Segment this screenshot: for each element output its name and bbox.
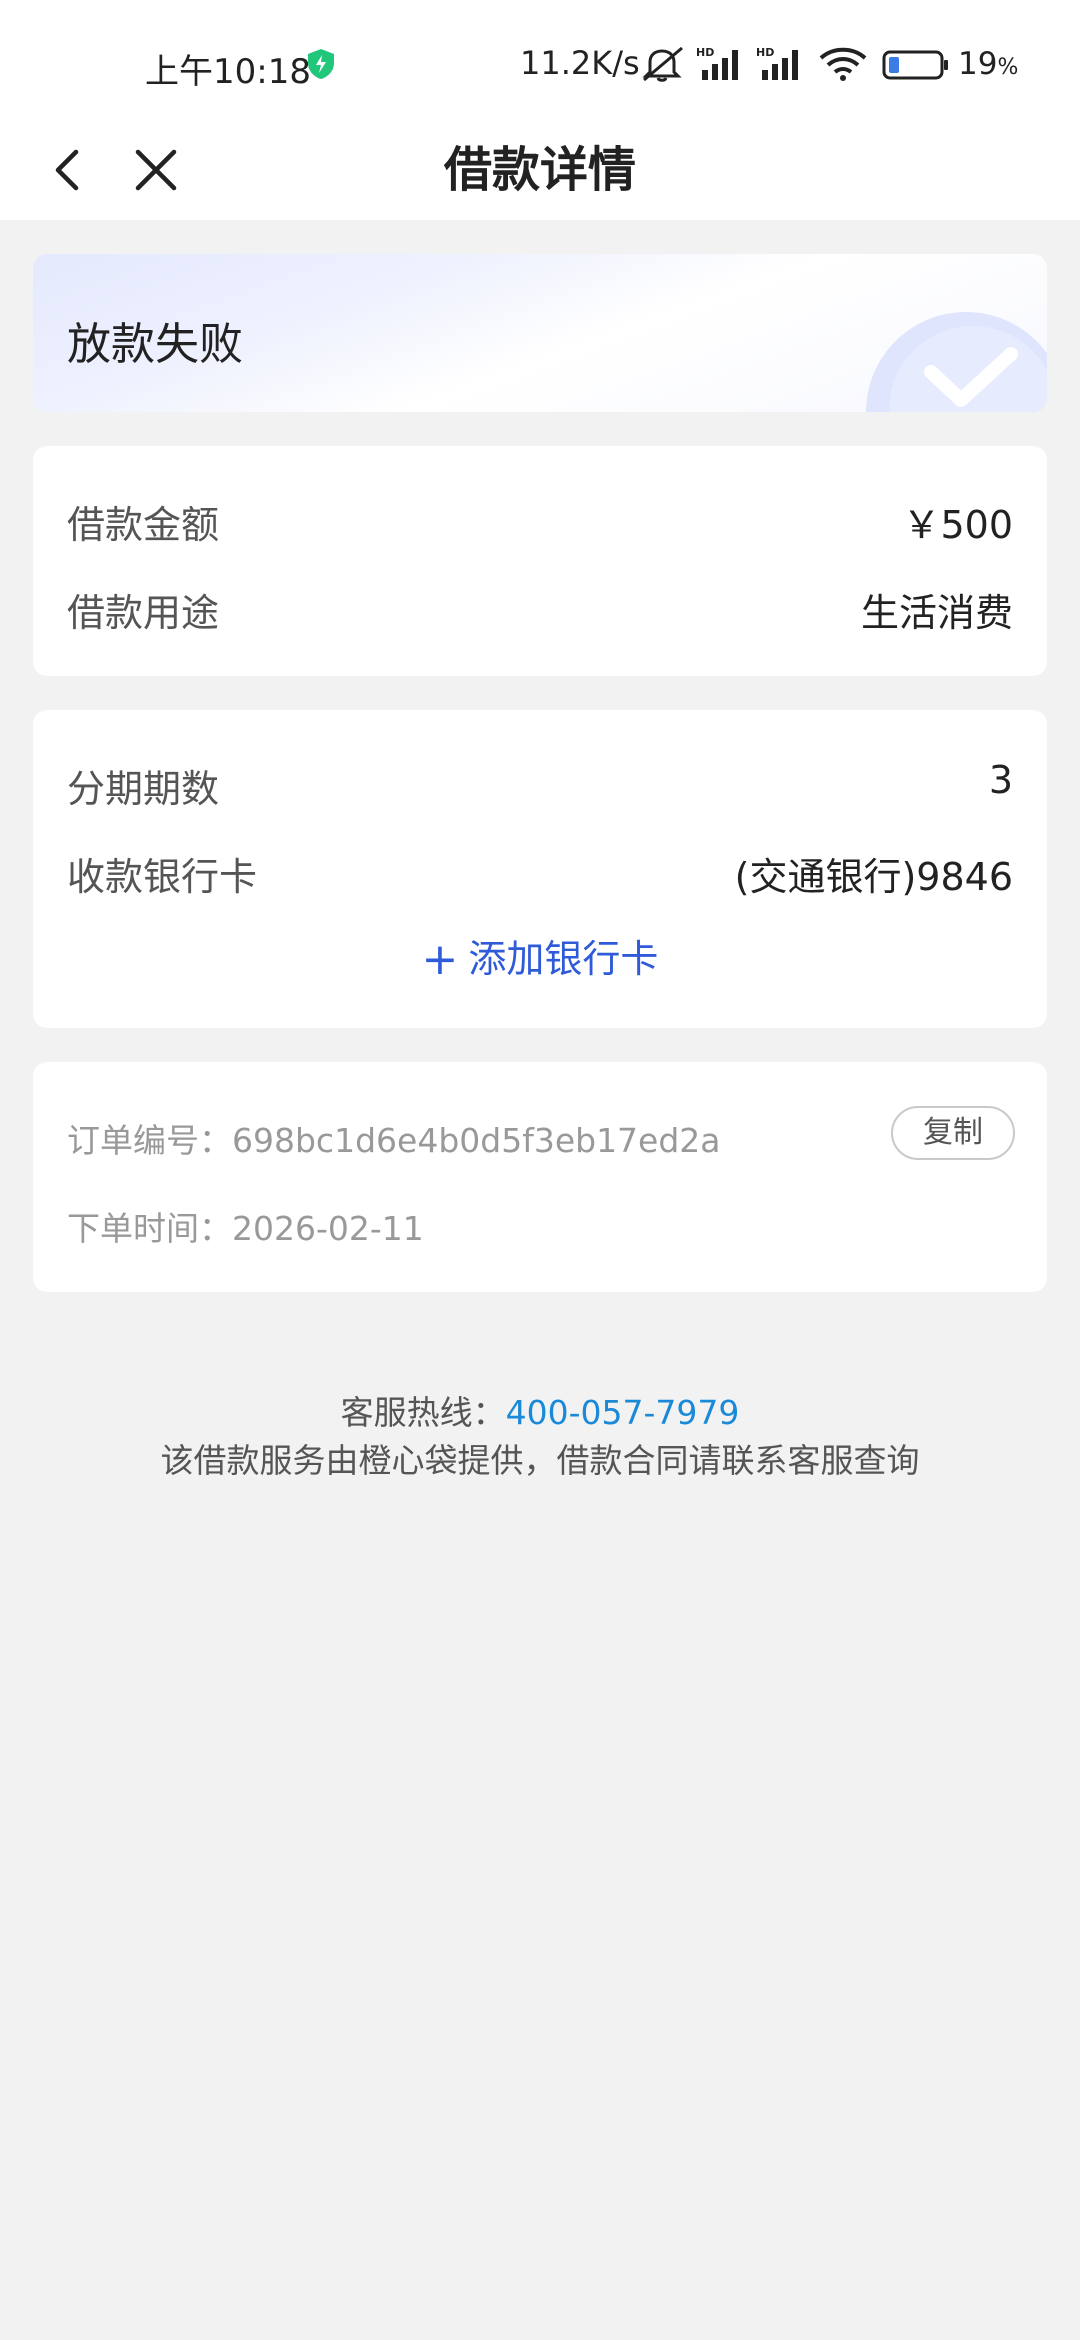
periods-value: 3 — [988, 758, 1013, 802]
purpose-value: 生活消费 — [860, 591, 1013, 635]
check-badge-icon — [866, 312, 1047, 412]
copy-button[interactable]: 复制 — [891, 1106, 1015, 1160]
periods-row: 分期期数 3 — [67, 758, 1013, 818]
shield-icon — [308, 49, 334, 79]
purpose-label: 借款用途 — [67, 591, 220, 635]
hotline-label: 客服热线： — [340, 1393, 506, 1432]
purpose-row: 借款用途 生活消费 — [67, 582, 1013, 642]
order-info-card: 订单编号：698bc1d6e4b0d5f3eb17ed2a 复制 下单时间：20… — [33, 1062, 1047, 1292]
amount-label: 借款金额 — [67, 503, 220, 547]
service-note: 该借款服务由橙心袋提供，借款合同请联系客服查询 — [160, 1441, 920, 1480]
plus-icon: + — [421, 934, 459, 985]
order-number-label: 订单编号： — [67, 1121, 232, 1160]
wifi-icon — [819, 47, 867, 81]
add-bank-card-label: 添加银行卡 — [468, 937, 659, 981]
mute-bell-icon — [642, 46, 683, 82]
loan-status-text: 放款失败 — [67, 319, 243, 370]
order-number-row: 订单编号：698bc1d6e4b0d5f3eb17ed2a — [67, 1114, 721, 1162]
order-time-row: 下单时间：2026-02-11 — [67, 1202, 424, 1250]
periods-label: 分期期数 — [67, 767, 220, 811]
loan-amount-card: 借款金额 ￥500 借款用途 生活消费 — [33, 446, 1047, 676]
order-time-label: 下单时间： — [67, 1209, 232, 1248]
bank-card-label: 收款银行卡 — [67, 855, 258, 899]
svg-text:HD: HD — [756, 46, 774, 59]
order-number-value: 698bc1d6e4b0d5f3eb17ed2a — [232, 1121, 721, 1160]
bank-card-value: (交通银行)9846 — [734, 855, 1013, 899]
signal-hd-icon-2: HD — [756, 46, 798, 80]
loan-status-card: 放款失败 — [33, 254, 1047, 412]
page-title: 借款详情 — [443, 142, 636, 198]
installment-card: 分期期数 3 收款银行卡 (交通银行)9846 + 添加银行卡 — [33, 710, 1047, 1028]
order-time-value: 2026-02-11 — [232, 1209, 424, 1248]
battery-icon — [882, 50, 948, 80]
network-speed: 11.2K/s — [520, 44, 640, 82]
hotline-line: 客服热线：400-057-7979 — [0, 1386, 1080, 1434]
bank-card-row: 收款银行卡 (交通银行)9846 — [67, 846, 1013, 906]
amount-value: ￥500 — [902, 503, 1013, 547]
amount-row: 借款金额 ￥500 — [67, 494, 1013, 554]
nav-bar: 借款详情 — [0, 120, 1080, 220]
status-bar: 上午10:18 11.2K/s HD HD 19% — [0, 0, 1080, 130]
signal-hd-icon-1: HD — [696, 46, 738, 80]
hotline-number-link[interactable]: 400-057-7979 — [506, 1393, 740, 1432]
svg-text:HD: HD — [696, 46, 714, 59]
battery-percent: 19% — [958, 46, 1019, 82]
status-time: 上午10:18 — [145, 52, 311, 92]
add-bank-card-button[interactable]: + 添加银行卡 — [33, 928, 1047, 985]
